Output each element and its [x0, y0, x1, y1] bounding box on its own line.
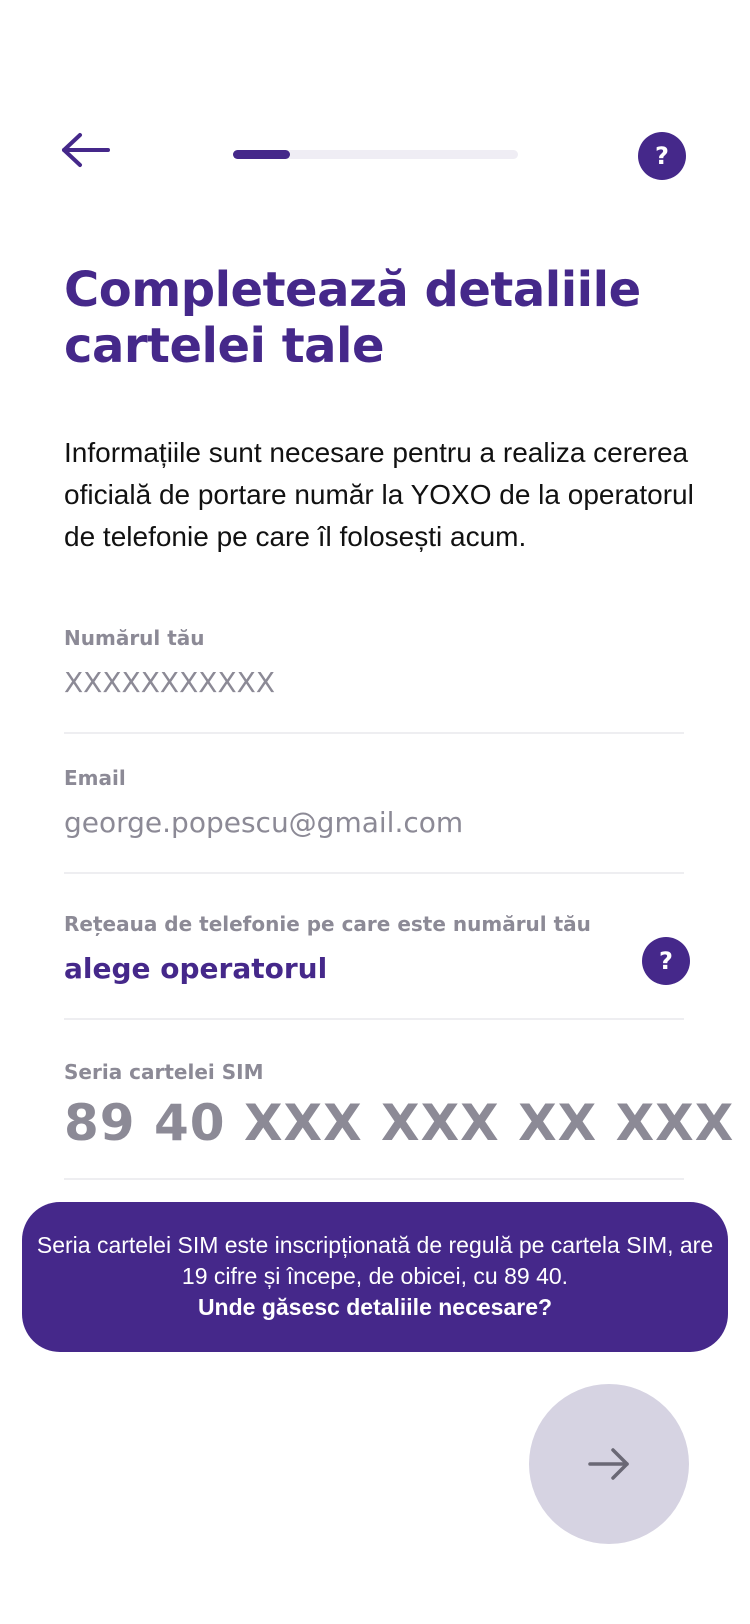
sim-serial-label: Seria cartelei SIM — [64, 1060, 264, 1084]
sim-serial-field[interactable]: Seria cartelei SIM 89 40 XXX XXX XX XXX — [64, 1054, 733, 1180]
phone-number-field[interactable]: Numărul tău XXXXXXXXXXX — [64, 620, 684, 734]
help-button[interactable]: ? — [638, 132, 686, 180]
network-field[interactable]: Rețeaua de telefonie pe care este număru… — [64, 906, 684, 1020]
arrow-right-icon — [588, 1448, 629, 1480]
network-select[interactable]: alege operatorul — [64, 952, 327, 985]
network-label: Rețeaua de telefonie pe care este număru… — [64, 912, 591, 936]
phone-number-label: Numărul tău — [64, 626, 205, 650]
progress-bar — [233, 150, 518, 159]
email-field[interactable]: Email george.popescu@gmail.com — [64, 760, 684, 874]
intro-text: Informațiile sunt necesare pentru a real… — [64, 437, 694, 552]
progress-bar-fill — [233, 150, 290, 159]
back-button[interactable] — [60, 130, 112, 170]
question-mark-icon: ? — [659, 947, 673, 975]
email-input[interactable]: george.popescu@gmail.com — [64, 806, 463, 839]
sim-serial-input[interactable]: 89 40 XXX XXX XX XXX — [64, 1094, 734, 1152]
sim-info-text: Seria cartelei SIM este inscripționată d… — [36, 1232, 714, 1289]
network-help-button[interactable]: ? — [642, 937, 690, 985]
phone-number-input[interactable]: XXXXXXXXXXX — [64, 666, 275, 699]
sim-info-banner: Seria cartelei SIM este inscripționată d… — [22, 1202, 728, 1352]
email-label: Email — [64, 766, 126, 790]
page-title: Completează detaliile cartelei tale — [64, 262, 641, 374]
question-mark-icon: ? — [655, 142, 669, 170]
arrow-left-icon — [62, 133, 110, 167]
next-button[interactable] — [529, 1384, 689, 1544]
sim-info-link[interactable]: Unde găsesc detaliile necesare? — [22, 1292, 728, 1323]
